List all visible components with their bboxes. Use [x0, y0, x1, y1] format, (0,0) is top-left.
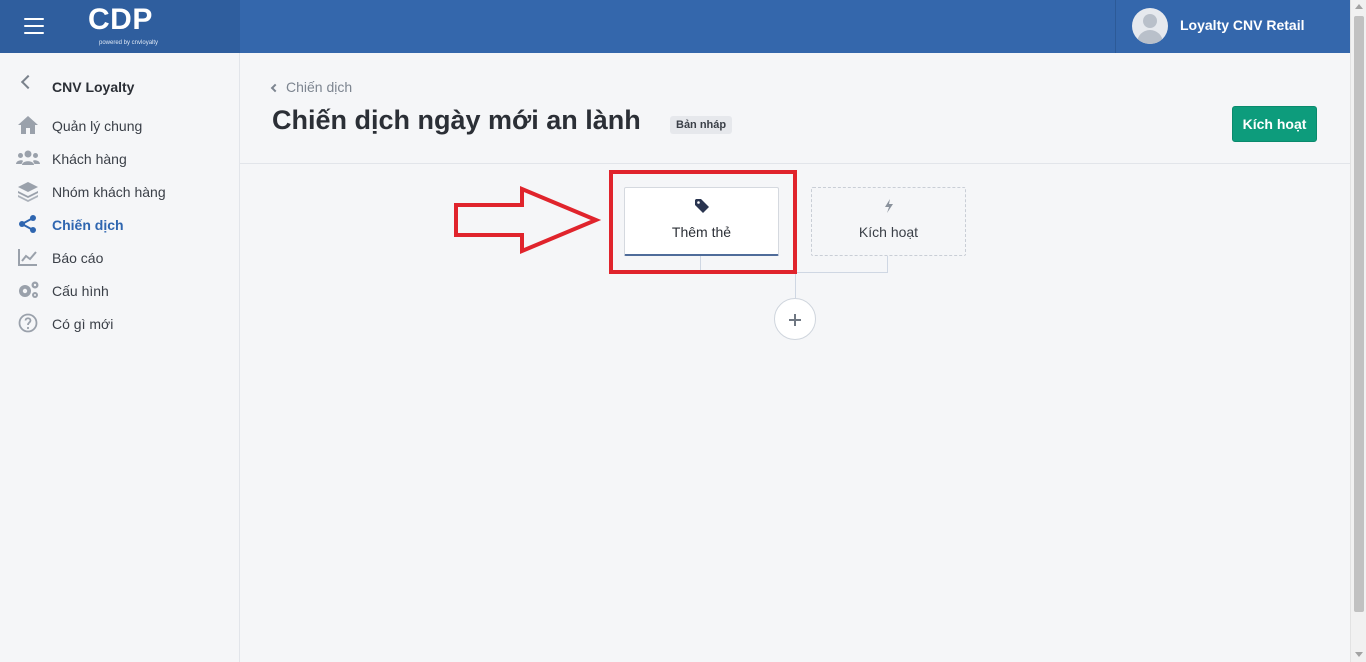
home-icon [16, 114, 40, 136]
hamburger-menu-icon[interactable] [14, 12, 54, 40]
share-icon [16, 213, 40, 235]
sidebar-item-label: Báo cáo [52, 250, 104, 266]
layers-icon [16, 180, 40, 202]
node-label: Kích hoạt [858, 224, 919, 240]
users-icon [16, 147, 40, 169]
page-title: Chiến dịch ngày mới an lành [272, 105, 641, 135]
connector-line [795, 272, 888, 273]
connector-line [700, 256, 701, 273]
sidebar-item-label: Nhóm khách hàng [52, 184, 166, 200]
tag-icon [694, 198, 710, 214]
chevron-left-icon [20, 74, 36, 90]
connector-line [795, 272, 796, 298]
sidebar-item-label: Có gì mới [52, 316, 114, 332]
sidebar-item-label: Chiến dịch [52, 217, 124, 233]
user-name[interactable]: Loyalty CNV Retail [1180, 17, 1304, 33]
workflow-canvas: Thêm thẻ Kích hoạt [240, 164, 1350, 662]
chevron-left-icon [270, 83, 280, 93]
scrollbar-thumb[interactable] [1354, 16, 1364, 612]
sidebar-item-quan-ly-chung[interactable]: Quản lý chung [0, 111, 240, 141]
cdp-logo[interactable]: CDP powered by cnvloyalty [88, 3, 188, 49]
scroll-up-arrow-icon[interactable] [1355, 4, 1363, 9]
breadcrumb[interactable]: Chiến dịch [270, 79, 353, 95]
workflow-node-trigger[interactable]: Kích hoạt [811, 187, 966, 256]
sidebar-item-co-gi-moi[interactable]: Có gì mới [0, 309, 240, 339]
brand-panel: CDP powered by cnvloyalty [0, 0, 240, 53]
connector-line [887, 256, 888, 273]
gears-icon [16, 279, 40, 301]
logo-text: CDP [88, 3, 153, 36]
sidebar-item-label: Khách hàng [52, 151, 127, 167]
sidebar: CNV Loyalty Quản lý chung Khách hàng Nhó… [0, 53, 240, 662]
avatar[interactable] [1132, 8, 1168, 44]
sidebar-item-nhom-khach-hang[interactable]: Nhóm khách hàng [0, 177, 240, 207]
sidebar-item-label: Quản lý chung [52, 118, 143, 134]
sidebar-item-cau-hinh[interactable]: Cấu hình [0, 276, 240, 306]
question-icon [16, 312, 40, 334]
user-menu[interactable]: Loyalty CNV Retail [1115, 0, 1350, 53]
top-navbar: CDP powered by cnvloyalty Loyalty CNV Re… [0, 0, 1350, 53]
sidebar-item-bao-cao[interactable]: Báo cáo [0, 243, 240, 273]
breadcrumb-label: Chiến dịch [286, 79, 353, 95]
status-badge: Bản nháp [670, 116, 733, 134]
sidebar-item-khach-hang[interactable]: Khách hàng [0, 144, 240, 174]
workflow-node-add-tag[interactable]: Thêm thẻ [624, 187, 779, 256]
main-content: Chiến dịch Chiến dịch ngày mới an lành B… [240, 53, 1350, 662]
sidebar-item-label: Cấu hình [52, 283, 109, 299]
sidebar-item-chien-dich[interactable]: Chiến dịch [0, 210, 240, 240]
activate-button[interactable]: Kích hoạt [1232, 106, 1317, 142]
page-scrollbar[interactable] [1350, 0, 1366, 662]
sidebar-back-link[interactable]: CNV Loyalty [0, 71, 240, 101]
node-label: Thêm thẻ [671, 224, 732, 240]
add-step-button[interactable] [774, 298, 816, 340]
scroll-down-arrow-icon[interactable] [1355, 652, 1363, 657]
bolt-icon [881, 198, 897, 214]
chart-icon [16, 246, 40, 268]
sidebar-back-label: CNV Loyalty [52, 79, 135, 95]
logo-subtext: powered by cnvloyalty [99, 40, 159, 46]
